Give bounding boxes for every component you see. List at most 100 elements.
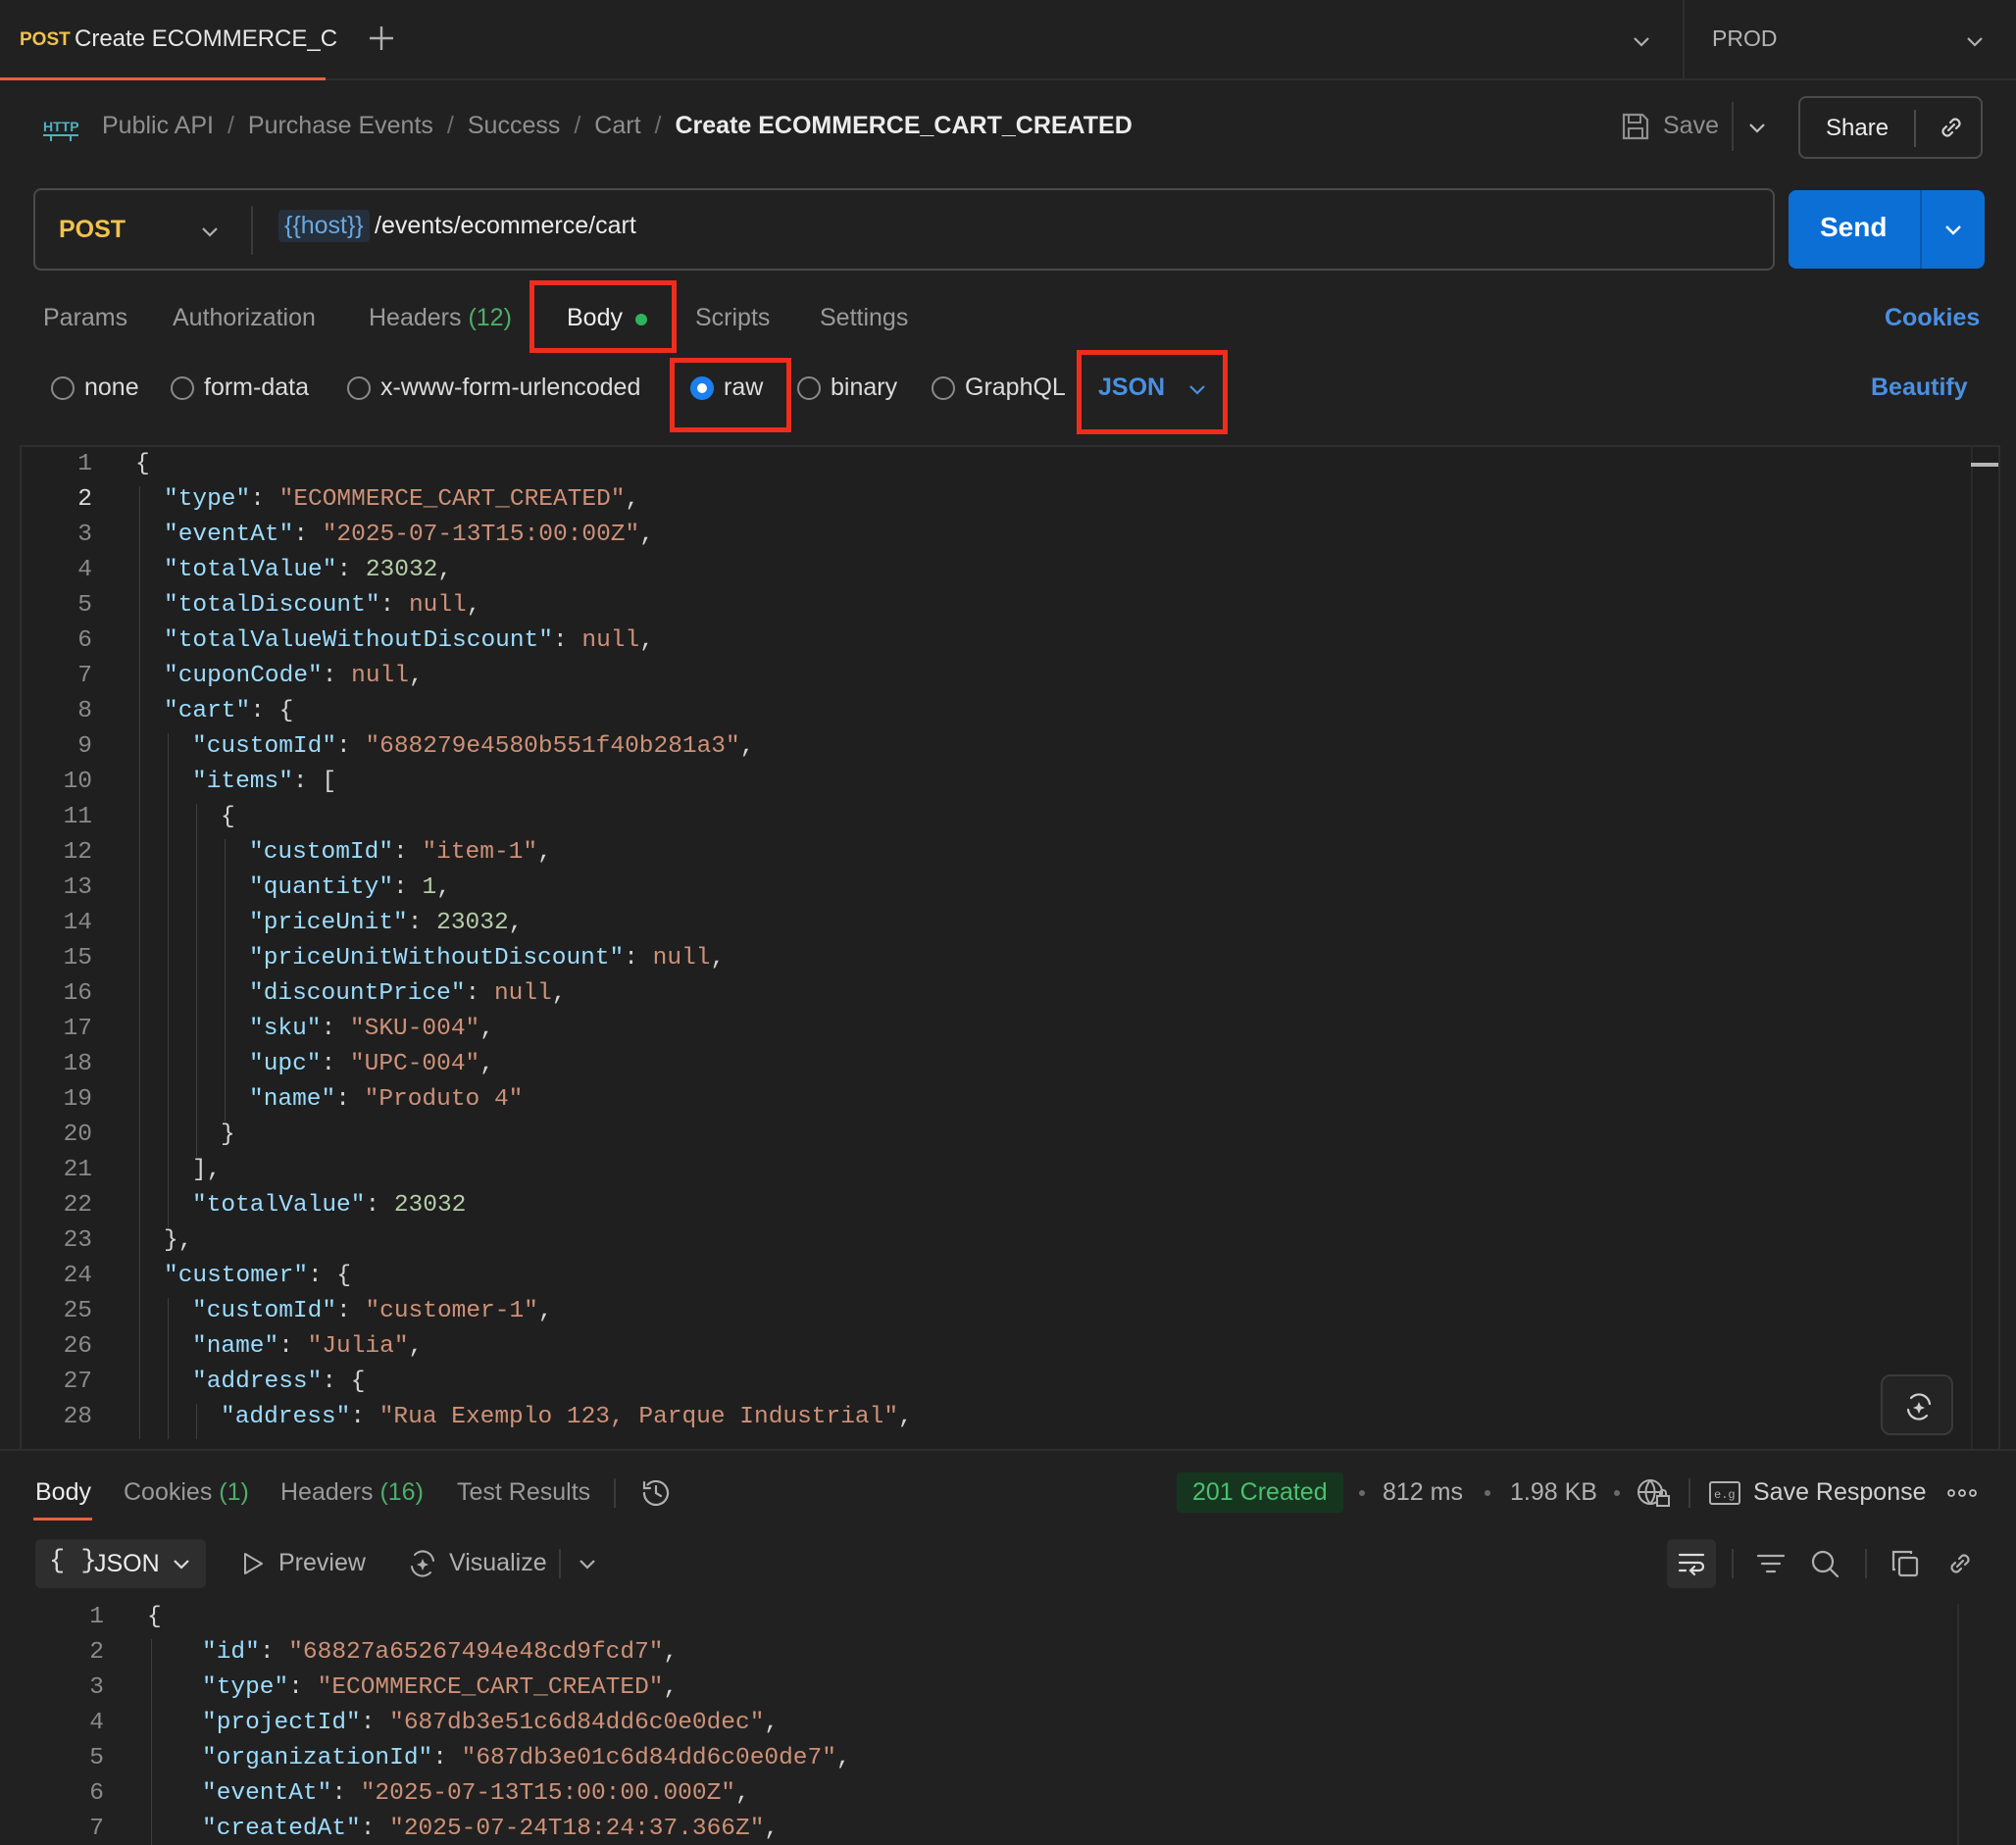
response-tab-cookies[interactable]: Cookies (1) <box>124 1478 249 1507</box>
code-token: "ECOMMERCE_CART_CREATED" <box>278 486 626 513</box>
method-selector[interactable]: POST <box>59 216 126 244</box>
tab-params[interactable]: Params <box>43 304 127 332</box>
preview-button[interactable]: Preview <box>278 1549 366 1577</box>
response-format-selector[interactable]: { } JSON <box>35 1539 206 1588</box>
copy-icon[interactable] <box>1889 1547 1922 1580</box>
tab-settings[interactable]: Settings <box>820 304 908 332</box>
response-time[interactable]: 812 ms <box>1383 1478 1463 1507</box>
filter-icon[interactable] <box>1755 1547 1787 1580</box>
radio-binary[interactable] <box>797 376 821 400</box>
tab-scripts[interactable]: Scripts <box>695 304 770 332</box>
code-token: : <box>336 733 366 760</box>
divider <box>1688 1478 1690 1508</box>
code-token: : <box>432 1745 462 1771</box>
chevron-down-icon[interactable] <box>1628 27 1655 55</box>
code-token: null <box>581 627 640 654</box>
visualize-button[interactable]: Visualize <box>449 1549 547 1577</box>
ai-assist-button[interactable] <box>1881 1374 1953 1435</box>
line-number: 4 <box>89 1710 104 1736</box>
response-tab-body[interactable]: Body <box>35 1478 91 1507</box>
history-icon[interactable] <box>639 1476 673 1510</box>
radio-urlencoded[interactable] <box>347 376 371 400</box>
response-tab-headers[interactable]: Headers (16) <box>280 1478 424 1507</box>
separator-dot <box>1614 1490 1620 1496</box>
status-badge[interactable]: 201 Created <box>1177 1472 1343 1513</box>
url-input[interactable]: /events/ecommerce/cart <box>375 212 636 240</box>
indent-guide <box>196 804 197 1157</box>
code-token: "68827a65267494e48cd9fcd7" <box>288 1639 664 1666</box>
more-icon[interactable] <box>1945 1482 1979 1504</box>
code-token: "type" <box>164 486 251 513</box>
code-line: "address": "Rua Exemplo 123, Parque Indu… <box>221 1404 913 1430</box>
breadcrumb-item-cart[interactable]: Cart <box>594 112 640 140</box>
breadcrumb-item-public-api[interactable]: Public API <box>102 112 214 140</box>
save-button[interactable]: Save <box>1663 112 1719 140</box>
wrap-lines-button[interactable] <box>1667 1539 1716 1588</box>
request-name[interactable]: Create ECOMMERCE_CART_CREATED <box>675 112 1132 140</box>
link-icon[interactable] <box>1943 1547 1977 1580</box>
indent-guide <box>168 1298 169 1439</box>
response-tab-cookies-label: Cookies <box>124 1478 213 1506</box>
url-host-variable[interactable]: {{host}} <box>278 210 370 242</box>
code-token: "2025-07-24T18:24:37.366Z" <box>389 1816 765 1842</box>
code-line: "priceUnit": 23032, <box>249 910 523 936</box>
chevron-down-icon[interactable] <box>1940 216 1967 243</box>
tab-headers[interactable]: Headers (12) <box>369 304 512 332</box>
chevron-down-icon[interactable] <box>196 218 224 245</box>
radio-none-label[interactable]: none <box>84 374 139 402</box>
plus-icon[interactable] <box>365 22 398 55</box>
code-line: "totalValue": 23032, <box>164 557 452 583</box>
line-number: 22 <box>63 1192 92 1219</box>
play-icon[interactable] <box>239 1549 267 1578</box>
search-icon[interactable] <box>1808 1547 1841 1580</box>
radio-form-data-label[interactable]: form-data <box>204 374 309 402</box>
chevron-down-icon[interactable] <box>575 1551 600 1576</box>
share-button[interactable]: Share <box>1798 96 1983 159</box>
response-body-viewer[interactable]: 1 {2 "id": "68827a65267494e48cd9fcd7", 3 "ty… <box>20 1604 2016 1845</box>
send-button[interactable]: Send <box>1789 190 1985 269</box>
radio-binary-label[interactable]: binary <box>831 374 897 402</box>
radio-form-data[interactable] <box>171 376 194 400</box>
line-number: 28 <box>63 1404 92 1430</box>
radio-graphql[interactable] <box>932 376 955 400</box>
request-body-editor[interactable]: 1 {2 "type": "ECOMMERCE_CART_CREATED", 3 "ev… <box>20 445 2000 1449</box>
code-token: , <box>639 522 654 548</box>
visualize-icon[interactable] <box>406 1547 439 1580</box>
code-line: "sku": "SKU-004", <box>249 1016 494 1042</box>
indent-guide <box>151 1639 152 1845</box>
radio-urlencoded-label[interactable]: x-www-form-urlencoded <box>380 374 640 402</box>
breadcrumb-item-success[interactable]: Success <box>468 112 560 140</box>
scrollbar-thumb[interactable] <box>1971 463 1998 467</box>
code-line: "address": { <box>192 1369 365 1395</box>
code-token: { <box>147 1604 162 1630</box>
code-token: , <box>764 1710 780 1736</box>
globe-lock-icon[interactable] <box>1636 1476 1671 1510</box>
radio-none[interactable] <box>51 376 75 400</box>
cookies-link[interactable]: Cookies <box>1885 304 1980 332</box>
code-token: , <box>663 1639 679 1666</box>
request-tab[interactable]: POST Create ECOMMERCE_C <box>0 0 337 80</box>
response-tab-test-results[interactable]: Test Results <box>457 1478 590 1507</box>
beautify-button[interactable]: Beautify <box>1871 374 1968 402</box>
breadcrumb-item-purchase-events[interactable]: Purchase Events <box>248 112 433 140</box>
example-icon[interactable]: e.g <box>1708 1478 1741 1508</box>
response-size[interactable]: 1.98 KB <box>1510 1478 1597 1507</box>
environment-selector[interactable]: PROD <box>1712 25 1777 52</box>
code-token: , <box>479 1051 494 1077</box>
code-token: "name" <box>192 1333 279 1360</box>
line-number: 5 <box>89 1745 104 1771</box>
code-token: : <box>393 874 423 901</box>
tab-authorization[interactable]: Authorization <box>173 304 316 332</box>
save-response-button[interactable]: Save Response <box>1753 1478 1927 1507</box>
save-icon[interactable] <box>1620 110 1651 143</box>
link-icon[interactable] <box>1936 112 1967 143</box>
chevron-down-icon[interactable] <box>1961 27 1989 55</box>
code-token: : <box>465 980 494 1007</box>
code-line: "id": "68827a65267494e48cd9fcd7", <box>202 1639 678 1666</box>
divider <box>1920 190 1922 269</box>
line-number: 11 <box>63 804 92 830</box>
radio-graphql-label[interactable]: GraphQL <box>965 374 1066 402</box>
chevron-down-icon[interactable] <box>1743 114 1771 141</box>
code-token: , <box>479 1016 494 1042</box>
line-number: 13 <box>63 874 92 901</box>
